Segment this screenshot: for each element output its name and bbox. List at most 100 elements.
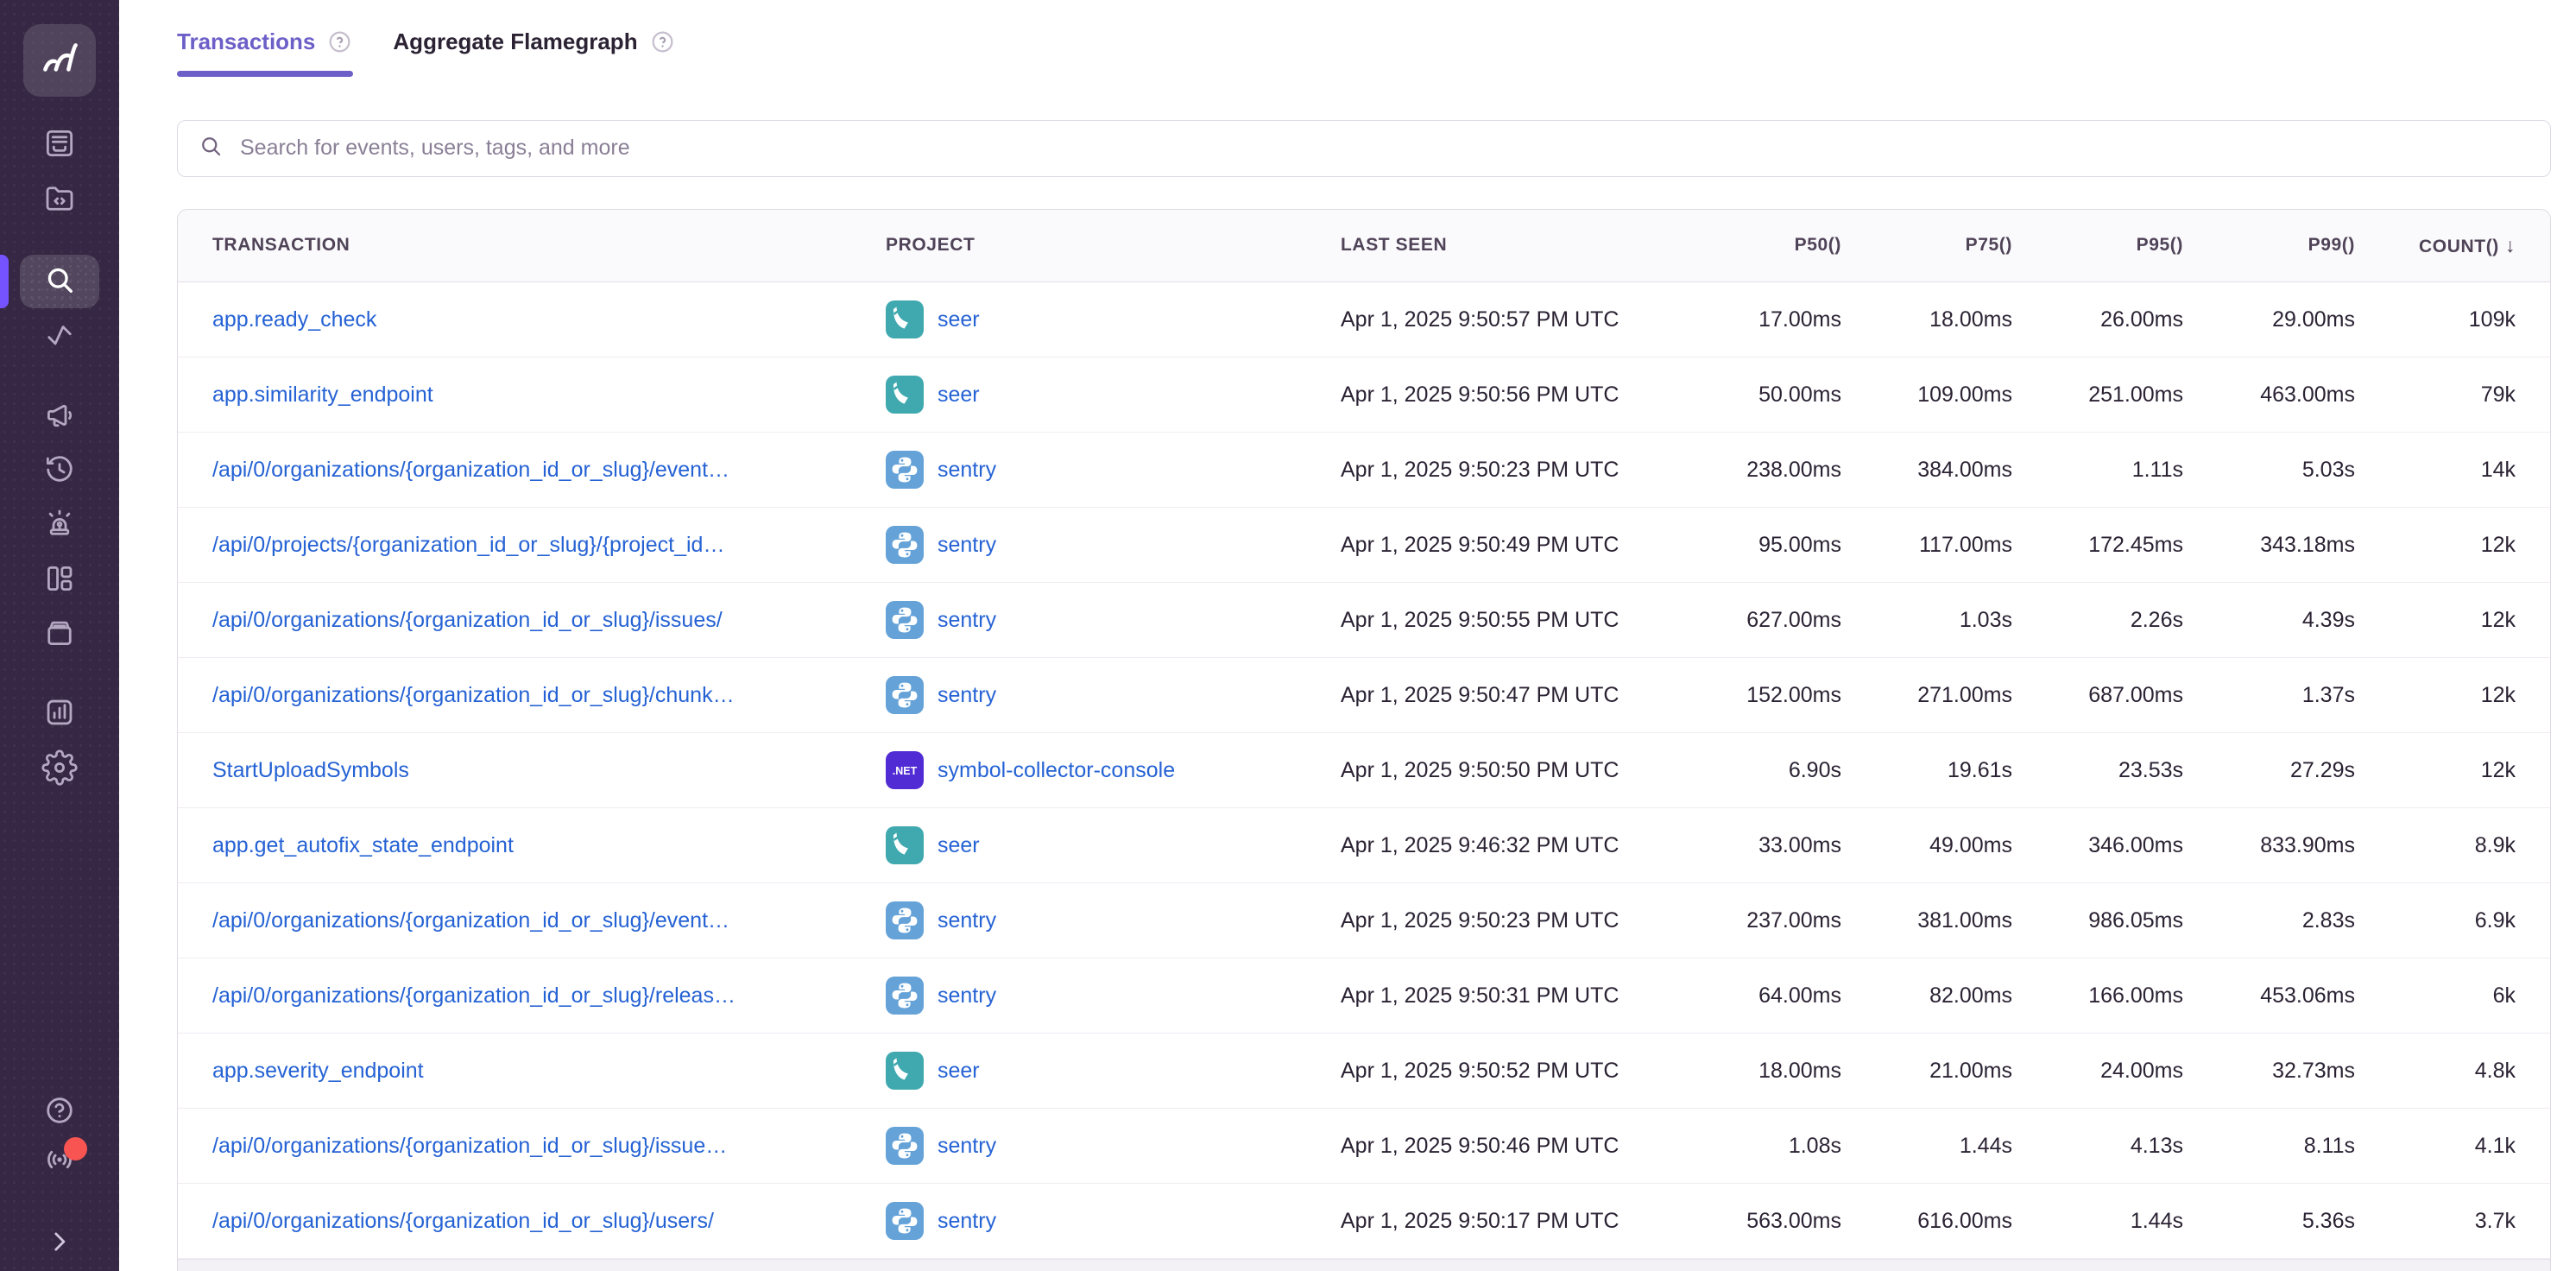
sidebar-item-replays[interactable] <box>41 452 79 490</box>
column-header-transaction[interactable]: TRANSACTION <box>178 235 886 256</box>
project-link[interactable]: symbol-collector-console <box>938 758 1175 783</box>
help-circle-icon[interactable] <box>649 28 676 55</box>
sidebar-item-whats-new[interactable] <box>41 1142 79 1180</box>
transaction-link[interactable]: app.get_autofix_state_endpoint <box>212 833 514 857</box>
transaction-link[interactable]: /api/0/organizations/{organization_id_or… <box>212 683 735 707</box>
p75-value: 18.00ms <box>1841 307 2012 332</box>
p95-value: 26.00ms <box>2012 307 2183 332</box>
table-row[interactable]: /api/0/organizations/{organization_id_or… <box>178 958 2550 1034</box>
table-row[interactable]: /api/0/organizations/{organization_id_or… <box>178 433 2550 508</box>
sentry-logo[interactable] <box>23 24 96 97</box>
table-row[interactable]: app.ready_check seer Apr 1, 2025 9:50:57… <box>178 282 2550 357</box>
column-header-p75[interactable]: P75() <box>1841 235 2012 256</box>
transaction-link[interactable]: /api/0/organizations/{organization_id_or… <box>212 458 729 482</box>
p95-value: 172.45ms <box>2012 533 2183 558</box>
table-row[interactable]: app.severity_endpoint seer Apr 1, 2025 9… <box>178 1034 2550 1109</box>
transaction-link[interactable]: /api/0/organizations/{organization_id_or… <box>212 1209 714 1233</box>
table-row[interactable]: /api/0/organizations/{organization_id_or… <box>178 1109 2550 1184</box>
project-icon-seer <box>886 300 924 338</box>
table-row[interactable]: app.similarity_endpoint seer Apr 1, 2025… <box>178 357 2550 433</box>
project-link[interactable]: seer <box>938 307 980 332</box>
sidebar-item-search[interactable] <box>20 255 99 308</box>
last-seen-value: Apr 1, 2025 9:50:49 PM UTC <box>1341 533 1669 558</box>
transaction-link[interactable]: /api/0/organizations/{organization_id_or… <box>212 908 729 933</box>
last-seen-value: Apr 1, 2025 9:50:23 PM UTC <box>1341 908 1669 933</box>
help-circle-icon[interactable] <box>326 28 353 55</box>
project-link[interactable]: sentry <box>938 983 996 1009</box>
project-link[interactable]: sentry <box>938 1209 996 1234</box>
count-value: 4.8k <box>2355 1059 2550 1084</box>
transaction-link[interactable]: /api/0/organizations/{organization_id_or… <box>212 1134 727 1158</box>
tab-bar: Transactions Aggregate Flamegraph <box>177 17 2551 77</box>
column-header-project[interactable]: PROJECT <box>886 235 1341 256</box>
search-icon <box>198 133 224 163</box>
p50-value: 238.00ms <box>1669 458 1841 483</box>
column-header-count[interactable]: COUNT() ↓ <box>2355 234 2550 257</box>
search-bar[interactable] <box>177 120 2551 177</box>
p99-value: 5.03s <box>2183 458 2355 483</box>
issues-inbox-icon <box>41 125 78 166</box>
transaction-link[interactable]: app.severity_endpoint <box>212 1059 424 1083</box>
tab-aggregate-flamegraph[interactable]: Aggregate Flamegraph <box>393 17 675 77</box>
alerts-siren-icon <box>41 505 78 546</box>
sidebar-item-help[interactable] <box>41 1093 79 1131</box>
stats-bar-chart-icon <box>41 694 78 735</box>
count-value: 12k <box>2355 533 2550 558</box>
tab-transactions[interactable]: Transactions <box>177 17 353 77</box>
project-link[interactable]: sentry <box>938 608 996 633</box>
project-link[interactable]: sentry <box>938 533 996 558</box>
count-value: 3.7k <box>2355 1209 2550 1234</box>
sidebar-item-feedback[interactable] <box>41 398 79 436</box>
p95-value: 986.05ms <box>2012 908 2183 933</box>
project-link[interactable]: sentry <box>938 1134 996 1159</box>
sidebar-collapse-toggle[interactable] <box>41 1224 79 1262</box>
transaction-link[interactable]: /api/0/organizations/{organization_id_or… <box>212 608 723 632</box>
table-row[interactable]: /api/0/organizations/{organization_id_or… <box>178 583 2550 658</box>
p99-value: 2.83s <box>2183 908 2355 933</box>
p75-value: 1.44s <box>1841 1134 2012 1159</box>
sidebar-item-releases[interactable] <box>41 616 79 654</box>
project-link[interactable]: seer <box>938 383 980 408</box>
transaction-link[interactable]: /api/0/organizations/{organization_id_or… <box>212 983 736 1008</box>
count-value: 6k <box>2355 983 2550 1009</box>
table-row[interactable]: /api/0/organizations/{organization_id_or… <box>178 1184 2550 1259</box>
sentry-logo-icon <box>35 34 85 88</box>
table-row[interactable]: /api/0/organizations/{organization_id_or… <box>178 658 2550 733</box>
sidebar-item-alerts[interactable] <box>41 506 79 544</box>
p99-value: 343.18ms <box>2183 533 2355 558</box>
count-value: 12k <box>2355 608 2550 633</box>
sidebar-item-projects[interactable] <box>41 181 79 219</box>
search-input[interactable] <box>238 135 2530 161</box>
column-header-p99[interactable]: P99() <box>2183 235 2355 256</box>
p75-value: 19.61s <box>1841 758 2012 783</box>
table-row[interactable]: StartUploadSymbols .NET symbol-collector… <box>178 733 2550 808</box>
sidebar-item-issues[interactable] <box>41 126 79 164</box>
count-value: 109k <box>2355 307 2550 332</box>
transaction-link[interactable]: StartUploadSymbols <box>212 758 409 782</box>
sidebar-item-stats[interactable] <box>41 695 79 733</box>
last-seen-value: Apr 1, 2025 9:50:46 PM UTC <box>1341 1134 1669 1159</box>
table-body: app.ready_check seer Apr 1, 2025 9:50:57… <box>178 282 2550 1259</box>
transaction-link[interactable]: /api/0/projects/{organization_id_or_slug… <box>212 533 724 557</box>
project-link[interactable]: seer <box>938 1059 980 1084</box>
p95-value: 4.13s <box>2012 1134 2183 1159</box>
sort-desc-arrow-icon: ↓ <box>2499 234 2516 256</box>
project-icon-python <box>886 451 924 489</box>
sidebar-item-settings[interactable] <box>41 750 79 788</box>
table-row[interactable]: /api/0/projects/{organization_id_or_slug… <box>178 508 2550 583</box>
sidebar-item-traces[interactable] <box>41 318 79 356</box>
sidebar-item-dashboards[interactable] <box>41 561 79 599</box>
table-row[interactable]: app.get_autofix_state_endpoint seer Apr … <box>178 808 2550 883</box>
project-link[interactable]: sentry <box>938 458 996 483</box>
project-link[interactable]: sentry <box>938 908 996 933</box>
project-link[interactable]: sentry <box>938 683 996 708</box>
p95-value: 1.44s <box>2012 1209 2183 1234</box>
transaction-link[interactable]: app.ready_check <box>212 307 376 332</box>
transaction-link[interactable]: app.similarity_endpoint <box>212 383 433 407</box>
column-header-p95[interactable]: P95() <box>2012 235 2183 256</box>
column-header-last_seen[interactable]: LAST SEEN <box>1341 235 1669 256</box>
column-header-p50[interactable]: P50() <box>1669 235 1841 256</box>
table-row[interactable]: /api/0/organizations/{organization_id_or… <box>178 883 2550 958</box>
project-link[interactable]: seer <box>938 833 980 858</box>
project-icon-python <box>886 601 924 639</box>
